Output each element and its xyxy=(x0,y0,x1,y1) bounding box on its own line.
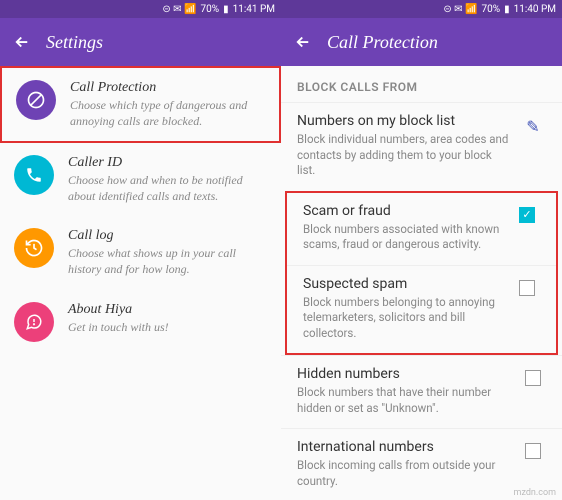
checkbox-hidden[interactable] xyxy=(525,370,541,386)
battery-text: 70% xyxy=(481,4,500,15)
edit-icon[interactable]: ✎ xyxy=(526,117,539,136)
pref-suspected-spam[interactable]: Suspected spam Block numbers belonging t… xyxy=(287,265,556,354)
shield-slash-icon xyxy=(16,80,56,120)
highlighted-prefs: Scam or fraud Block numbers associated w… xyxy=(285,191,558,356)
clock-text: 11:41 PM xyxy=(233,4,275,15)
settings-item-caller-id[interactable]: Caller ID Choose how and when to be noti… xyxy=(0,143,281,216)
watermark: mzdn.com xyxy=(514,488,556,498)
pref-title: Hidden numbers xyxy=(297,366,512,382)
section-header: BLOCK CALLS FROM xyxy=(281,66,562,102)
pref-title: Scam or fraud xyxy=(303,203,506,219)
pref-desc: Block incoming calls from outside your c… xyxy=(297,458,512,489)
pref-scam-fraud[interactable]: Scam or fraud Block numbers associated w… xyxy=(287,193,556,265)
pref-desc: Block individual numbers, area codes and… xyxy=(297,132,512,179)
pref-desc: Block numbers that have their number hid… xyxy=(297,385,512,416)
pref-block-list[interactable]: Numbers on my block list Block individua… xyxy=(281,102,562,191)
settings-item-about[interactable]: About Hiya Get in touch with us! xyxy=(0,290,281,354)
app-bar-right: Call Protection xyxy=(281,18,562,66)
app-bar-left: Settings xyxy=(0,18,281,66)
checkbox-scam[interactable] xyxy=(519,207,535,223)
left-screen: ⊝ ✉ 📶 70% ▮ 11:41 PM Settings Call Prote… xyxy=(0,0,281,500)
battery-icon: ▮ xyxy=(504,4,510,15)
item-title: Call log xyxy=(68,228,267,244)
status-icons: ⊝ ✉ 📶 xyxy=(162,4,196,15)
settings-item-call-log[interactable]: Call log Choose what shows up in your ca… xyxy=(0,216,281,289)
item-desc: Choose how and when to be notified about… xyxy=(68,173,267,204)
checkbox-intl[interactable] xyxy=(525,443,541,459)
status-bar-right: ⊝ ✉ 📶 70% ▮ 11:40 PM xyxy=(281,0,562,18)
call-protection-list: BLOCK CALLS FROM Numbers on my block lis… xyxy=(281,66,562,500)
right-screen: ⊝ ✉ 📶 70% ▮ 11:40 PM Call Protection BLO… xyxy=(281,0,562,500)
item-title: About Hiya xyxy=(68,302,267,318)
item-desc: Choose which type of dangerous and annoy… xyxy=(70,98,265,129)
pref-desc: Block numbers belonging to annoying tele… xyxy=(303,295,506,342)
appbar-title: Call Protection xyxy=(327,32,438,53)
pref-title: Numbers on my block list xyxy=(297,113,512,129)
status-bar-left: ⊝ ✉ 📶 70% ▮ 11:41 PM xyxy=(0,0,281,18)
pref-hidden-numbers[interactable]: Hidden numbers Block numbers that have t… xyxy=(281,355,562,428)
settings-list: Call Protection Choose which type of dan… xyxy=(0,66,281,500)
item-desc: Choose what shows up in your call histor… xyxy=(68,246,267,277)
appbar-title: Settings xyxy=(46,32,103,53)
settings-item-call-protection[interactable]: Call Protection Choose which type of dan… xyxy=(0,66,281,143)
item-title: Call Protection xyxy=(70,80,265,96)
pref-title: Suspected spam xyxy=(303,276,506,292)
history-icon xyxy=(14,228,54,268)
phone-icon xyxy=(14,155,54,195)
pref-title: International numbers xyxy=(297,439,512,455)
item-desc: Get in touch with us! xyxy=(68,320,267,336)
back-button[interactable] xyxy=(291,30,315,54)
item-title: Caller ID xyxy=(68,155,267,171)
clock-text: 11:40 PM xyxy=(514,4,556,15)
chat-alert-icon xyxy=(14,302,54,342)
battery-text: 70% xyxy=(200,4,219,15)
checkbox-spam[interactable] xyxy=(519,280,535,296)
battery-icon: ▮ xyxy=(223,4,229,15)
status-icons: ⊝ ✉ 📶 xyxy=(443,4,477,15)
pref-desc: Block numbers associated with known scam… xyxy=(303,222,506,253)
back-button[interactable] xyxy=(10,30,34,54)
